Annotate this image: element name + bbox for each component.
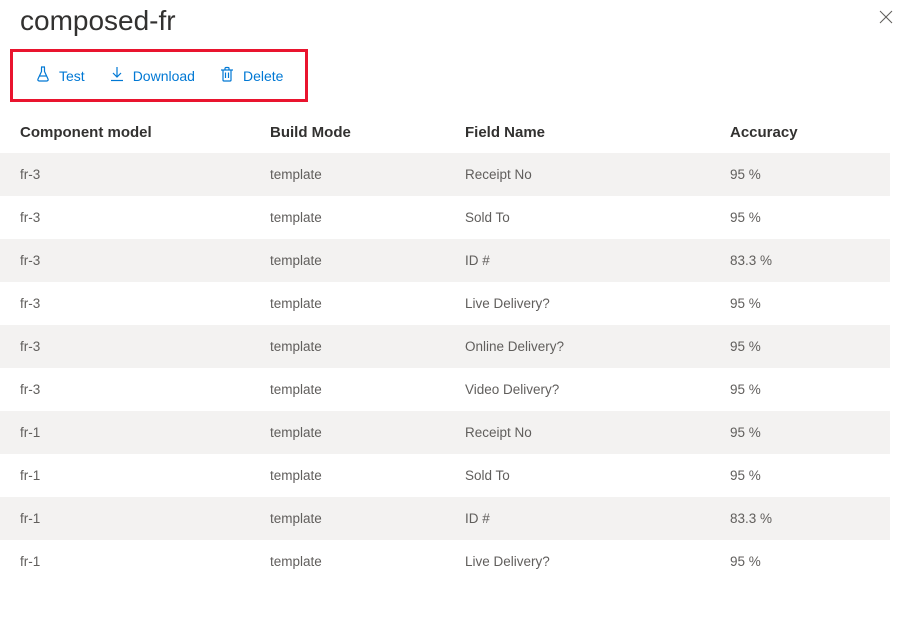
- cell-accuracy: 95 %: [710, 411, 890, 454]
- cell-build-mode: template: [250, 153, 445, 196]
- cell-build-mode: template: [250, 239, 445, 282]
- cell-field-name: Sold To: [445, 196, 710, 239]
- cell-build-mode: template: [250, 454, 445, 497]
- table-row[interactable]: fr-3templateID #83.3 %: [0, 239, 890, 282]
- cell-field-name: Video Delivery?: [445, 368, 710, 411]
- cell-field-name: Receipt No: [445, 153, 710, 196]
- col-header-field-name[interactable]: Field Name: [445, 112, 710, 153]
- col-header-component-model[interactable]: Component model: [0, 112, 250, 153]
- cell-accuracy: 95 %: [710, 282, 890, 325]
- cell-field-name: Live Delivery?: [445, 540, 710, 583]
- cell-accuracy: 95 %: [710, 540, 890, 583]
- cell-field-name: Online Delivery?: [445, 325, 710, 368]
- cell-component-model: fr-1: [0, 411, 250, 454]
- flask-icon: [35, 66, 51, 85]
- table-row[interactable]: fr-3templateOnline Delivery?95 %: [0, 325, 890, 368]
- table-header-row: Component model Build Mode Field Name Ac…: [0, 112, 890, 153]
- cell-component-model: fr-1: [0, 540, 250, 583]
- table-row[interactable]: fr-3templateVideo Delivery?95 %: [0, 368, 890, 411]
- fields-table: Component model Build Mode Field Name Ac…: [0, 112, 890, 583]
- cell-accuracy: 95 %: [710, 325, 890, 368]
- table-row[interactable]: fr-3templateReceipt No95 %: [0, 153, 890, 196]
- download-button-label: Download: [133, 68, 195, 84]
- cell-accuracy: 95 %: [710, 454, 890, 497]
- close-button[interactable]: [871, 5, 901, 31]
- col-header-accuracy[interactable]: Accuracy: [710, 112, 890, 153]
- download-button[interactable]: Download: [97, 62, 207, 89]
- cell-component-model: fr-3: [0, 368, 250, 411]
- table-row[interactable]: fr-3templateLive Delivery?95 %: [0, 282, 890, 325]
- cell-field-name: ID #: [445, 497, 710, 540]
- cell-build-mode: template: [250, 368, 445, 411]
- cell-accuracy: 95 %: [710, 153, 890, 196]
- cell-field-name: Receipt No: [445, 411, 710, 454]
- test-button[interactable]: Test: [23, 62, 97, 89]
- cell-build-mode: template: [250, 196, 445, 239]
- cell-component-model: fr-3: [0, 196, 250, 239]
- toolbar: Test Download De: [10, 49, 308, 102]
- cell-build-mode: template: [250, 497, 445, 540]
- cell-accuracy: 95 %: [710, 196, 890, 239]
- cell-field-name: ID #: [445, 239, 710, 282]
- cell-accuracy: 83.3 %: [710, 497, 890, 540]
- cell-component-model: fr-3: [0, 239, 250, 282]
- page-title: composed-fr: [20, 5, 176, 37]
- cell-component-model: fr-3: [0, 153, 250, 196]
- table-row[interactable]: fr-1templateReceipt No95 %: [0, 411, 890, 454]
- test-button-label: Test: [59, 68, 85, 84]
- download-icon: [109, 66, 125, 85]
- close-icon: [879, 8, 893, 28]
- cell-build-mode: template: [250, 540, 445, 583]
- delete-button[interactable]: Delete: [207, 62, 295, 89]
- table-row[interactable]: fr-3templateSold To95 %: [0, 196, 890, 239]
- cell-component-model: fr-3: [0, 282, 250, 325]
- cell-build-mode: template: [250, 411, 445, 454]
- delete-button-label: Delete: [243, 68, 283, 84]
- cell-component-model: fr-1: [0, 454, 250, 497]
- cell-field-name: Sold To: [445, 454, 710, 497]
- table-row[interactable]: fr-1templateID #83.3 %: [0, 497, 890, 540]
- cell-accuracy: 95 %: [710, 368, 890, 411]
- cell-build-mode: template: [250, 325, 445, 368]
- trash-icon: [219, 66, 235, 85]
- table-scroll-area[interactable]: Component model Build Mode Field Name Ac…: [0, 112, 921, 642]
- col-header-build-mode[interactable]: Build Mode: [250, 112, 445, 153]
- cell-field-name: Live Delivery?: [445, 282, 710, 325]
- cell-component-model: fr-1: [0, 497, 250, 540]
- table-row[interactable]: fr-1templateSold To95 %: [0, 454, 890, 497]
- table-row[interactable]: fr-1templateLive Delivery?95 %: [0, 540, 890, 583]
- cell-accuracy: 83.3 %: [710, 239, 890, 282]
- cell-build-mode: template: [250, 282, 445, 325]
- cell-component-model: fr-3: [0, 325, 250, 368]
